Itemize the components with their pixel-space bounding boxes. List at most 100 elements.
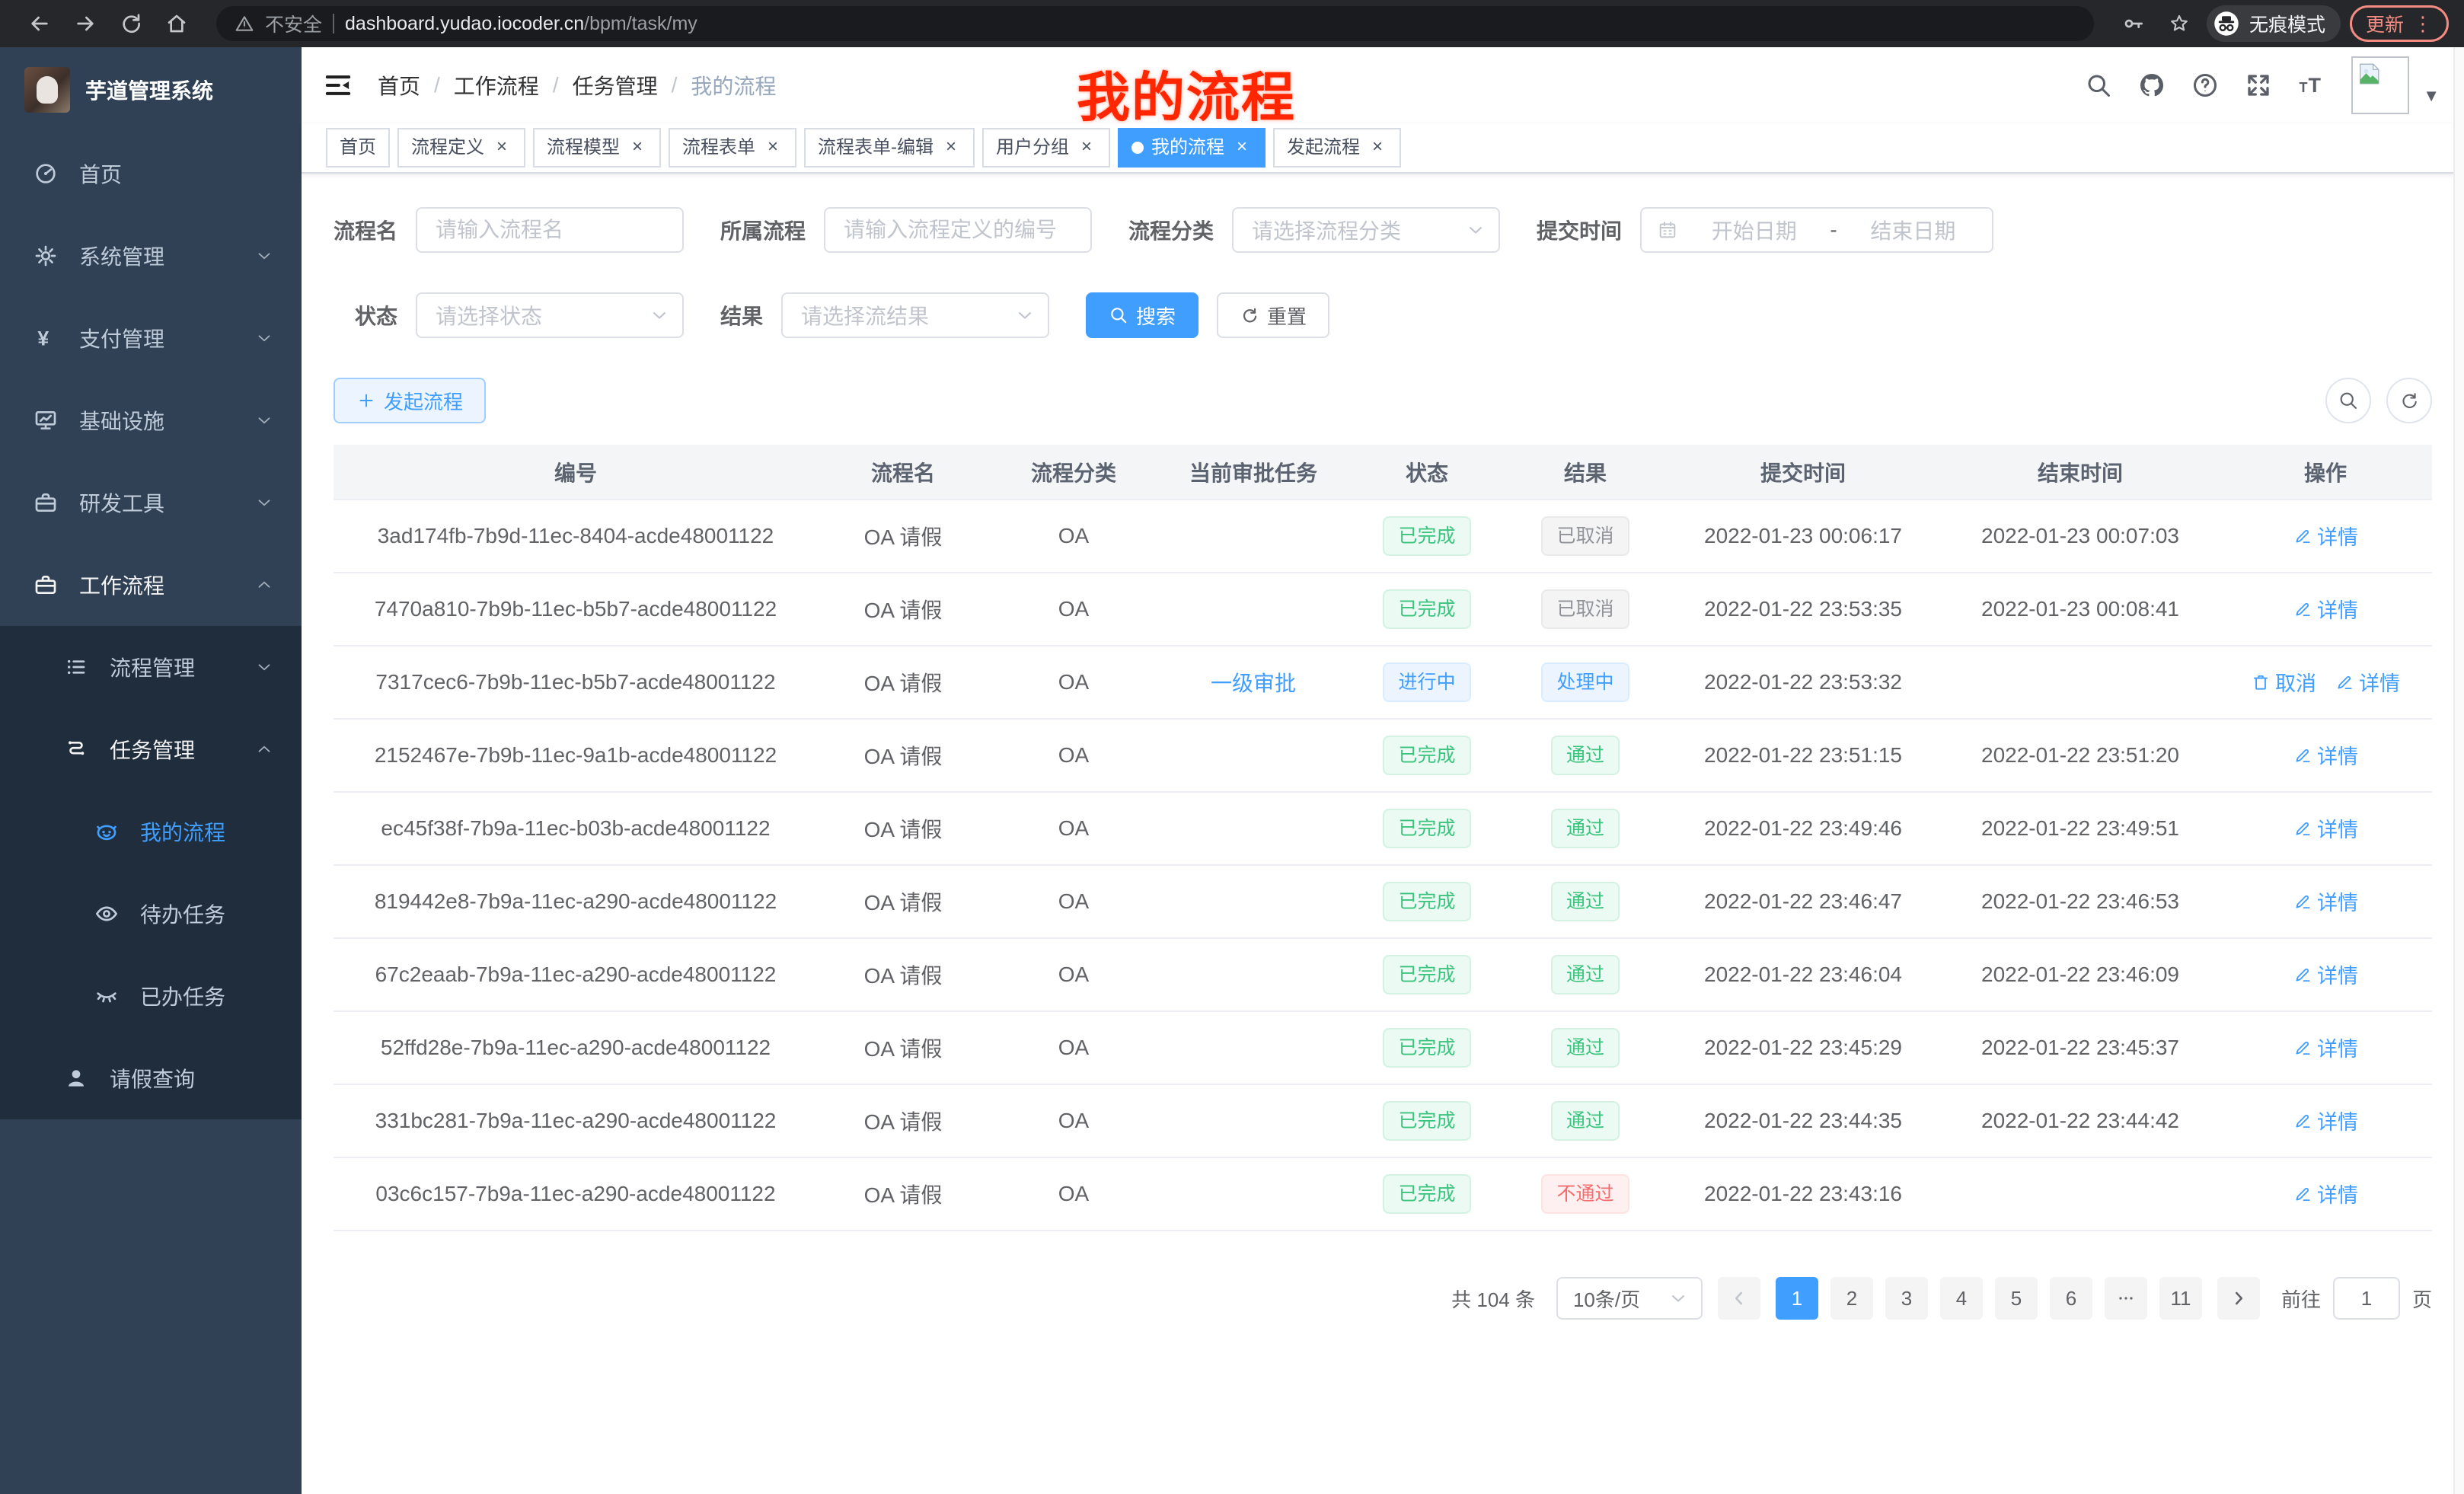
page-number-11[interactable]: 11 <box>2159 1277 2202 1320</box>
close-icon[interactable]: × <box>1077 138 1096 158</box>
reload-icon[interactable] <box>113 5 149 42</box>
page-number-2[interactable]: 2 <box>1830 1277 1873 1320</box>
tab-发起流程[interactable]: 发起流程× <box>1273 128 1401 168</box>
scrollbar[interactable] <box>2453 47 2464 1494</box>
fullscreen-icon[interactable] <box>2245 72 2272 99</box>
task-link[interactable]: 一级审批 <box>1211 672 1296 695</box>
breadcrumb-item[interactable]: 任务管理 <box>573 70 658 101</box>
page-number-5[interactable]: 5 <box>1995 1277 2038 1320</box>
sidebar-item-支付管理[interactable]: ¥支付管理 <box>0 297 302 379</box>
page-number-3[interactable]: 3 <box>1885 1277 1928 1320</box>
cell-submit-time: 2022-01-22 23:44:35 <box>1664 1084 1942 1157</box>
url-path: /bpm/task/my <box>584 13 697 34</box>
status-badge: 通过 <box>1551 882 1620 921</box>
breadcrumb-item[interactable]: 工作流程 <box>454 70 539 101</box>
detail-action[interactable]: 详情 <box>2293 740 2358 770</box>
tab-流程定义[interactable]: 流程定义× <box>397 128 525 168</box>
detail-action[interactable]: 详情 <box>2335 667 2400 697</box>
detail-action[interactable]: 详情 <box>2293 959 2358 989</box>
detail-action[interactable]: 详情 <box>2293 1106 2358 1135</box>
cell-submit-time: 2022-01-23 00:06:17 <box>1664 500 1942 573</box>
page-number-4[interactable]: 4 <box>1940 1277 1983 1320</box>
sidebar-item-工作流程[interactable]: 工作流程 <box>0 544 302 626</box>
refresh-icon <box>1240 305 1259 325</box>
cell-submit-time: 2022-01-22 23:46:04 <box>1664 938 1942 1011</box>
tab-首页[interactable]: 首页 <box>326 128 390 168</box>
page-number-1[interactable]: 1 <box>1776 1277 1818 1320</box>
sidebar-item-研发工具[interactable]: 研发工具 <box>0 461 302 544</box>
close-icon[interactable]: × <box>1368 138 1387 158</box>
search-toggle-button[interactable] <box>2325 378 2371 423</box>
more-pages-button[interactable] <box>2105 1277 2147 1320</box>
sidebar-item-请假查询[interactable]: 请假查询 <box>0 1037 302 1119</box>
update-label: 更新 <box>2366 10 2404 37</box>
prev-page-button[interactable] <box>1718 1277 1760 1320</box>
reset-button[interactable]: 重置 <box>1217 292 1329 338</box>
sidebar-item-系统管理[interactable]: 系统管理 <box>0 215 302 297</box>
cell-task <box>1159 1011 1348 1084</box>
next-page-button[interactable] <box>2217 1277 2260 1320</box>
sidebar-item-基础设施[interactable]: 基础设施 <box>0 379 302 461</box>
star-icon[interactable] <box>2161 5 2197 42</box>
sidebar-item-任务管理[interactable]: 任务管理 <box>0 708 302 790</box>
process-name-input[interactable] <box>416 207 684 253</box>
search-button[interactable]: 搜索 <box>1086 292 1198 338</box>
close-icon[interactable]: × <box>627 138 647 158</box>
home-icon[interactable] <box>158 5 195 42</box>
cancel-action[interactable]: 取消 <box>2251 667 2316 697</box>
detail-action[interactable]: 详情 <box>2293 594 2358 624</box>
status-select[interactable]: 请选择状态 <box>416 292 684 338</box>
detail-action[interactable]: 详情 <box>2293 1033 2358 1062</box>
update-menu-button[interactable]: 更新 ⋮ <box>2350 5 2449 42</box>
url-bar[interactable]: 不安全 dashboard.yudao.iocoder.cn/bpm/task/… <box>216 6 2094 41</box>
font-size-icon[interactable]: TT <box>2298 72 2325 99</box>
close-icon[interactable]: × <box>492 138 512 158</box>
detail-action[interactable]: 详情 <box>2293 813 2358 843</box>
tab-用户分组[interactable]: 用户分组× <box>982 128 1110 168</box>
detail-action[interactable]: 详情 <box>2293 521 2358 551</box>
close-icon[interactable]: × <box>1232 138 1252 158</box>
security-label[interactable]: 不安全 <box>265 10 322 37</box>
app-logo[interactable]: 芋道管理系统 <box>0 47 302 132</box>
incognito-icon <box>2213 10 2240 37</box>
sidebar-item-我的流程[interactable]: 我的流程 <box>0 790 302 873</box>
page-number-6[interactable]: 6 <box>2050 1277 2092 1320</box>
page-size-select[interactable]: 10条/页 <box>1556 1277 1703 1320</box>
detail-action[interactable]: 详情 <box>2293 886 2358 916</box>
tab-流程表单-编辑[interactable]: 流程表单-编辑× <box>804 128 975 168</box>
breadcrumb-item[interactable]: 首页 <box>378 70 420 101</box>
sidebar-item-首页[interactable]: 首页 <box>0 132 302 215</box>
goto-page-input[interactable] <box>2333 1277 2400 1320</box>
plus-icon <box>356 391 376 410</box>
create-process-button[interactable]: 发起流程 <box>334 378 486 423</box>
tab-我的流程[interactable]: 我的流程× <box>1118 128 1266 168</box>
edit-icon <box>2293 1184 2312 1204</box>
sidebar-item-流程管理[interactable]: 流程管理 <box>0 626 302 708</box>
close-icon[interactable]: × <box>763 138 783 158</box>
cell-status: 进行中 <box>1348 646 1506 719</box>
forward-icon[interactable] <box>67 5 104 42</box>
tab-流程表单[interactable]: 流程表单× <box>669 128 796 168</box>
github-icon[interactable] <box>2138 72 2166 99</box>
sidebar-item-待办任务[interactable]: 待办任务 <box>0 873 302 955</box>
back-icon[interactable] <box>21 5 58 42</box>
key-icon[interactable] <box>2115 5 2152 42</box>
detail-action[interactable]: 详情 <box>2293 1179 2358 1208</box>
cell-category: OA <box>988 1157 1159 1231</box>
caret-down-icon[interactable]: ▼ <box>2423 86 2440 106</box>
calendar-icon <box>1657 219 1678 241</box>
tab-流程模型[interactable]: 流程模型× <box>533 128 661 168</box>
close-icon[interactable]: × <box>941 138 961 158</box>
help-icon[interactable] <box>2191 72 2219 99</box>
hamburger-icon[interactable] <box>323 70 353 101</box>
sidebar-item-已办任务[interactable]: 已办任务 <box>0 955 302 1037</box>
avatar[interactable] <box>2351 56 2409 114</box>
category-select[interactable]: 请选择流程分类 <box>1232 207 1500 253</box>
search-icon[interactable] <box>2085 72 2112 99</box>
refresh-button[interactable] <box>2386 378 2432 423</box>
start-date-placeholder: 开始日期 <box>1690 215 1818 245</box>
submit-time-range-picker[interactable]: 开始日期 - 结束日期 <box>1640 207 1993 253</box>
result-select[interactable]: 请选择流结果 <box>781 292 1049 338</box>
process-definition-input[interactable] <box>824 207 1092 253</box>
edit-icon <box>2293 819 2312 838</box>
